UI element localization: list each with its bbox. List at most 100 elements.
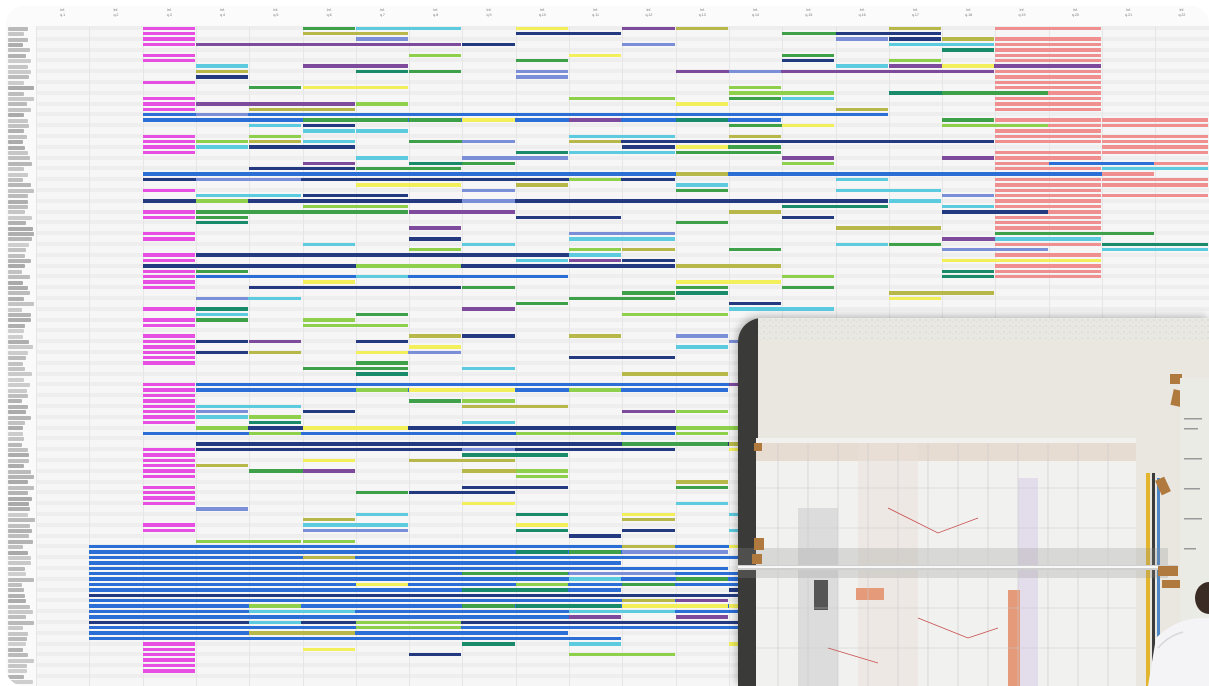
gantt-bar[interactable] <box>515 31 622 36</box>
gantt-bar[interactable] <box>995 204 1101 209</box>
gantt-bar[interactable] <box>515 183 568 187</box>
gantt-bar[interactable] <box>569 237 675 241</box>
gantt-bar[interactable] <box>569 334 622 338</box>
gantt-bar[interactable] <box>675 615 728 619</box>
gantt-bar[interactable] <box>142 496 195 500</box>
gantt-bar[interactable] <box>462 156 568 160</box>
gantt-bar[interactable] <box>195 426 249 430</box>
gantt-bar[interactable] <box>942 247 1048 252</box>
gantt-bar[interactable] <box>622 409 675 414</box>
gantt-bar[interactable] <box>515 582 568 587</box>
gantt-bar[interactable] <box>195 312 249 317</box>
gantt-bar[interactable] <box>89 582 835 587</box>
gantt-bar[interactable] <box>302 366 409 371</box>
gantt-bar[interactable] <box>515 258 568 263</box>
gantt-bar[interactable] <box>409 69 462 74</box>
gantt-bar[interactable] <box>569 253 622 257</box>
gantt-bar[interactable] <box>942 258 1101 263</box>
gantt-bar[interactable] <box>1102 145 1208 149</box>
gantt-bar[interactable] <box>782 274 835 279</box>
gantt-bar[interactable] <box>142 399 195 403</box>
gantt-bar[interactable] <box>888 242 942 247</box>
gantt-bar[interactable] <box>942 274 995 279</box>
gantt-bar[interactable] <box>249 350 302 355</box>
gantt-bar[interactable] <box>302 123 355 128</box>
gantt-bar[interactable] <box>142 382 195 387</box>
gantt-bar[interactable] <box>515 431 622 436</box>
gantt-bar[interactable] <box>195 463 249 468</box>
gantt-bar[interactable] <box>995 129 1101 133</box>
gantt-bar[interactable] <box>675 285 728 290</box>
gantt-bar[interactable] <box>355 582 409 587</box>
gantt-bar[interactable] <box>995 134 1101 139</box>
gantt-bar[interactable] <box>142 658 195 662</box>
gantt-bar[interactable] <box>675 69 995 74</box>
gantt-bar[interactable] <box>462 188 515 193</box>
gantt-bar[interactable] <box>622 512 675 517</box>
gantt-bar[interactable] <box>462 404 568 409</box>
gantt-bar[interactable] <box>462 366 515 371</box>
gantt-bar[interactable] <box>515 215 622 220</box>
gantt-bar[interactable] <box>462 453 568 457</box>
gantt-bar[interactable] <box>622 312 728 317</box>
gantt-bar[interactable] <box>569 571 675 576</box>
gantt-bar[interactable] <box>622 550 728 554</box>
gantt-bar[interactable] <box>142 96 195 101</box>
gantt-bar[interactable] <box>302 64 409 68</box>
gantt-bar[interactable] <box>995 26 1101 31</box>
gantt-bar[interactable] <box>888 296 942 301</box>
gantt-bar[interactable] <box>995 193 1101 198</box>
gantt-bar[interactable] <box>675 150 782 155</box>
gantt-bar[interactable] <box>89 561 622 565</box>
gantt-bar[interactable] <box>942 37 995 41</box>
gantt-bar[interactable] <box>142 663 195 668</box>
gantt-bar[interactable] <box>302 85 409 90</box>
gantt-bar[interactable] <box>675 409 728 414</box>
gantt-bar[interactable] <box>142 150 195 155</box>
gantt-bar[interactable] <box>195 415 249 419</box>
gantt-bar[interactable] <box>462 118 515 122</box>
gantt-bar[interactable] <box>569 642 622 646</box>
gantt-bar[interactable] <box>142 528 195 533</box>
gantt-bar[interactable] <box>515 150 568 155</box>
gantt-bar[interactable] <box>302 517 355 522</box>
gantt-bar[interactable] <box>888 291 995 295</box>
gantt-bar[interactable] <box>142 107 195 112</box>
gantt-bar[interactable] <box>355 620 462 625</box>
gantt-bar[interactable] <box>249 285 462 290</box>
gantt-bar[interactable] <box>142 145 195 149</box>
gantt-bar[interactable] <box>142 274 195 279</box>
gantt-bar[interactable] <box>142 647 195 652</box>
gantt-bar[interactable] <box>355 264 462 268</box>
gantt-bar[interactable] <box>515 469 568 473</box>
gantt-bar[interactable] <box>942 204 995 209</box>
gantt-bar[interactable] <box>142 53 195 58</box>
gantt-bar[interactable] <box>675 345 728 349</box>
gantt-bar[interactable] <box>195 269 249 274</box>
gantt-bar[interactable] <box>195 145 249 149</box>
gantt-bar[interactable] <box>142 210 195 214</box>
gantt-bar[interactable] <box>249 123 302 128</box>
gantt-bar[interactable] <box>622 247 675 252</box>
gantt-bar[interactable] <box>142 447 195 452</box>
gantt-bar[interactable] <box>249 420 302 425</box>
gantt-bar[interactable] <box>622 258 675 263</box>
gantt-bar[interactable] <box>675 188 728 193</box>
gantt-bar[interactable] <box>569 53 622 58</box>
gantt-bar[interactable] <box>142 253 195 257</box>
gantt-bar[interactable] <box>142 26 195 31</box>
gantt-bar[interactable] <box>302 193 409 198</box>
gantt-bar[interactable] <box>569 134 675 139</box>
gantt-bar[interactable] <box>942 118 995 122</box>
gantt-bar[interactable] <box>675 118 728 122</box>
gantt-bar[interactable] <box>728 301 782 306</box>
gantt-bar[interactable] <box>835 37 888 41</box>
gantt-bar[interactable] <box>142 80 195 85</box>
gantt-bar[interactable] <box>675 280 782 284</box>
gantt-bar[interactable] <box>249 604 302 608</box>
gantt-bar[interactable] <box>195 139 249 144</box>
gantt-bar[interactable] <box>355 312 409 317</box>
gantt-bar[interactable] <box>728 69 782 74</box>
gantt-bar[interactable] <box>569 96 675 101</box>
gantt-bar[interactable] <box>409 490 515 495</box>
